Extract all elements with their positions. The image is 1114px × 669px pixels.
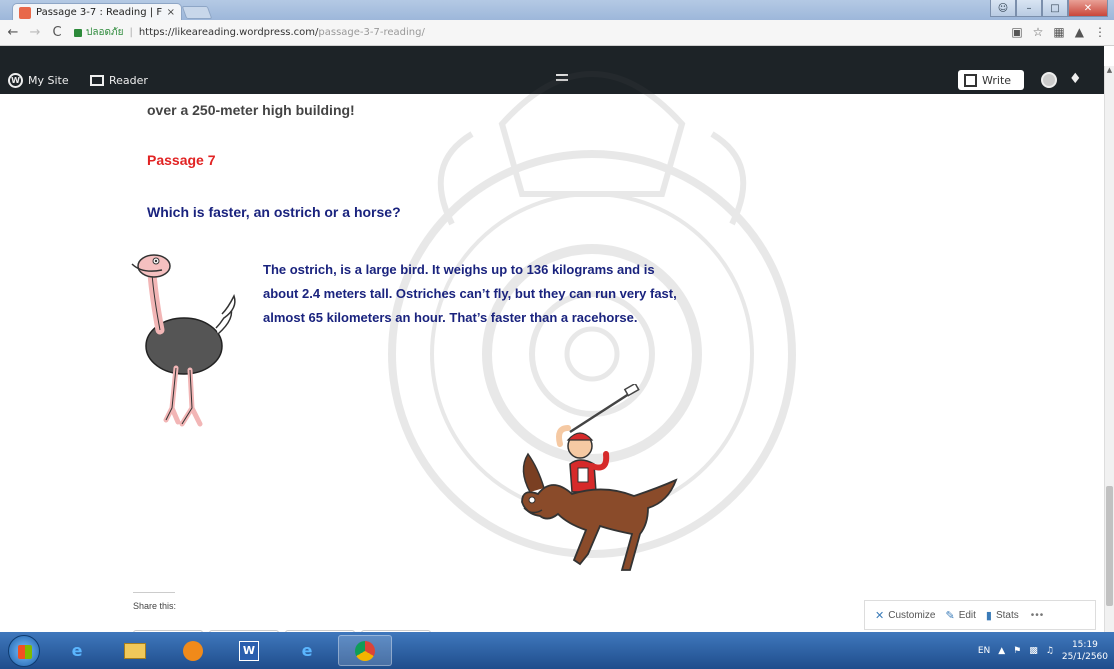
volume-icon[interactable]: ♫ [1046,646,1054,656]
reader-menu[interactable]: Reader [90,66,148,94]
article-content: over a 250-meter high building! Passage … [0,71,1104,638]
share-divider [133,592,175,593]
stats-icon: ▮ [985,609,992,622]
avatar[interactable] [1041,72,1057,88]
address-bar: ← → C ปลอดภัย | https://likeareading.wor… [0,20,1114,46]
clock-time: 15:19 [1071,639,1098,650]
more-options-icon[interactable]: ••• [1031,610,1045,621]
url-path: passage-3-7-reading/ [318,27,425,38]
language-indicator[interactable]: EN [978,646,990,656]
previous-passage-text: over a 250-meter high building! [147,102,355,118]
extension-icon[interactable]: ▦ [1053,25,1064,39]
stats-button[interactable]: ▮ Stats [986,609,1019,622]
browser-titlebar: Passage 3-7 : Reading | F × ☺ – □ ✕ [0,0,1114,21]
passage-body: The ostrich, is a large bird. It weighs … [263,262,677,325]
url-host: https://likeareading.wordpress.com/ [138,27,319,38]
internet-explorer-icon[interactable]: e [50,635,104,666]
page-scrollbar[interactable]: ▲ [1104,66,1114,632]
bookmark-star-icon[interactable]: ☆ [1033,25,1044,39]
word-icon[interactable]: W [222,635,276,666]
customize-button[interactable]: ✕ Customize [875,609,935,622]
admin-bar-top [0,46,1104,66]
new-tab-button[interactable] [181,6,213,19]
pencil-icon: ✎ [945,609,955,622]
site-favicon-icon [19,6,31,19]
maximize-icon[interactable]: □ [1042,0,1068,17]
wp-admin-bar [0,66,1104,94]
edit-pencil-icon [964,73,977,87]
stats-label: Stats [995,609,1019,621]
my-site-menu[interactable]: W My Site [8,66,69,94]
start-button[interactable] [8,635,40,667]
collapse-bar-icon[interactable] [556,74,568,86]
network-icon[interactable]: ▩ [1029,646,1038,656]
write-label: Write [982,73,1012,87]
clock-date: 25/1/2560 [1061,651,1108,662]
security-label: ปลอดภัย [86,27,124,38]
customize-toolbar: ✕ Customize ✎ Edit ▮ Stats ••• [864,600,1096,630]
system-tray: EN ▲ ⚑ ▩ ♫ 15:19 25/1/2560 [978,632,1108,669]
browser-actions: ▣ ☆ ▦ ▲ ⋮ [1011,25,1106,39]
scroll-up-icon[interactable]: ▲ [1105,66,1114,78]
minimize-icon[interactable]: – [1016,0,1042,17]
menu-icon[interactable]: ⋮ [1094,25,1106,39]
flag-icon[interactable]: ⚑ [1013,646,1021,656]
file-explorer-icon[interactable] [108,635,162,666]
screen: Passage 3-7 : Reading | F × ☺ – □ ✕ ← → … [0,0,1114,669]
window-controls: ☺ – □ ✕ [990,0,1108,17]
customize-icon: ✕ [875,609,885,622]
passage-question: Which is faster, an ostrich or a horse? [147,204,401,220]
tab-close-icon[interactable]: × [167,7,175,18]
tray-expand-icon[interactable]: ▲ [998,646,1005,656]
forward-icon[interactable]: → [26,25,44,40]
scrollbar-thumb[interactable] [1106,486,1113,606]
back-icon[interactable]: ← [4,25,22,40]
url-field[interactable]: ปลอดภัย | https://likeareading.wordpress… [74,23,1034,43]
ostrich-image [131,254,236,427]
edit-label: Edit [958,609,976,621]
reader-label: Reader [109,73,148,87]
polo-horse-image [521,384,678,571]
internet-explorer-2-icon[interactable]: e [280,635,334,666]
tab-title: Passage 3-7 : Reading | F [36,7,163,18]
clock[interactable]: 15:19 25/1/2560 [1062,639,1108,663]
edit-button[interactable]: ✎ Edit [945,609,975,622]
reload-icon[interactable]: C [48,25,66,40]
write-button[interactable]: Write [958,70,1024,90]
reader-icon [90,74,104,86]
windows-logo-icon [18,645,32,659]
windows-taskbar: e W e EN ▲ ⚑ ▩ ♫ 15:19 25/1/2560 [0,632,1114,669]
media-player-icon[interactable] [166,635,220,666]
share-label: Share this: [133,601,177,611]
lock-icon [74,28,82,37]
passage-heading: Passage 7 [147,152,216,168]
close-window-icon[interactable]: ✕ [1068,0,1108,17]
user-icon[interactable]: ☺ [990,0,1016,17]
browser-tab[interactable]: Passage 3-7 : Reading | F × [12,3,182,21]
url-separator: | [129,27,133,38]
chrome-icon[interactable] [338,635,392,666]
wordpress-logo-icon: W [8,72,23,88]
notifications-icon[interactable]: ♦ [1069,71,1082,87]
my-site-label: My Site [28,73,69,87]
translate-icon[interactable]: ▣ [1011,25,1022,39]
customize-label: Customize [888,609,936,621]
extension-2-icon[interactable]: ▲ [1075,25,1084,39]
